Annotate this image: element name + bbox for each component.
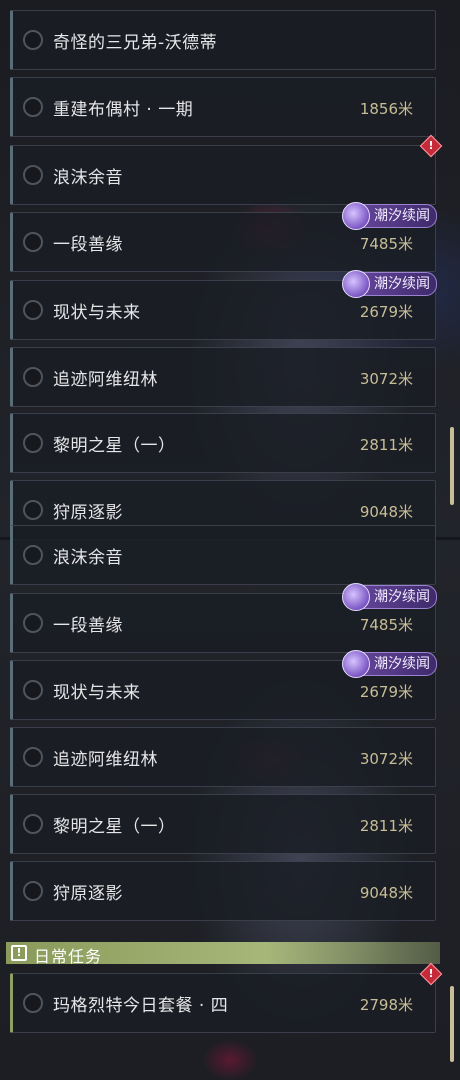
quest-distance: 2679米 bbox=[359, 303, 413, 321]
quest-item[interactable]: 一段善缘 7485米 潮汐续闻 bbox=[10, 583, 437, 653]
quest-item[interactable]: 奇怪的三兄弟-沃德蒂 bbox=[10, 10, 436, 70]
radio-circle-icon[interactable] bbox=[23, 300, 43, 320]
quest-list-screen: 奇怪的三兄弟-沃德蒂 重建布偶村 · 一期 1856米 浪沫余音 ! 一段善缘 … bbox=[0, 0, 460, 1080]
quest-item[interactable]: 现状与未来 2679米 潮汐续闻 bbox=[10, 650, 437, 720]
radio-circle-icon[interactable] bbox=[23, 680, 43, 700]
quest-item[interactable]: 浪沫余音 ! bbox=[10, 134, 443, 205]
quest-title: 奇怪的三兄弟-沃德蒂 bbox=[53, 33, 218, 53]
quest-item[interactable]: 狩原逐影 9048米 bbox=[10, 861, 436, 921]
quest-title: 现状与未来 bbox=[53, 303, 141, 323]
radio-circle-icon[interactable] bbox=[23, 814, 43, 834]
quest-distance: 2811米 bbox=[359, 436, 413, 454]
quest-distance: 7485米 bbox=[359, 235, 413, 253]
quest-item[interactable]: 重建布偶村 · 一期 1856米 bbox=[10, 77, 436, 137]
tidal-tag-badge: 潮汐续闻 bbox=[342, 583, 437, 611]
quest-item[interactable]: 黎明之星（一） 2811米 bbox=[10, 794, 436, 854]
quest-distance: 3072米 bbox=[359, 370, 413, 388]
tag-label: 潮汐续闻 bbox=[374, 208, 430, 224]
tag-label: 潮汐续闻 bbox=[374, 656, 430, 672]
quest-title: 一段善缘 bbox=[53, 235, 123, 255]
quest-item[interactable]: 现状与未来 2679米 潮汐续闻 bbox=[10, 270, 437, 340]
radio-circle-icon[interactable] bbox=[23, 97, 43, 117]
scrollbar-thumb[interactable] bbox=[450, 427, 454, 505]
tidal-tag-badge: 潮汐续闻 bbox=[342, 202, 437, 230]
scrollbar-thumb[interactable] bbox=[450, 986, 454, 1062]
quest-item[interactable]: 浪沫余音 bbox=[10, 525, 436, 585]
tidal-swirl-icon bbox=[342, 202, 370, 230]
quest-title: 重建布偶村 · 一期 bbox=[53, 100, 194, 120]
radio-circle-icon[interactable] bbox=[23, 232, 43, 252]
radio-circle-icon[interactable] bbox=[23, 30, 43, 50]
radio-circle-icon[interactable] bbox=[23, 993, 43, 1013]
quest-distance: 2798米 bbox=[359, 996, 413, 1014]
quest-item[interactable]: 黎明之星（一） 2811米 bbox=[10, 413, 436, 473]
quest-title: 狩原逐影 bbox=[53, 884, 123, 904]
exclamation-box-icon: ! bbox=[11, 945, 27, 961]
quest-distance: 2811米 bbox=[359, 817, 413, 835]
quest-distance: 1856米 bbox=[359, 100, 413, 118]
quest-distance: 9048米 bbox=[359, 503, 413, 521]
radio-circle-icon[interactable] bbox=[23, 433, 43, 453]
tidal-swirl-icon bbox=[342, 650, 370, 678]
radio-circle-icon[interactable] bbox=[23, 747, 43, 767]
tidal-swirl-icon bbox=[342, 583, 370, 611]
tidal-tag-badge: 潮汐续闻 bbox=[342, 270, 437, 298]
quest-distance: 9048米 bbox=[359, 884, 413, 902]
quest-title: 浪沫余音 bbox=[53, 548, 123, 568]
tidal-tag-badge: 潮汐续闻 bbox=[342, 650, 437, 678]
quest-title: 黎明之星（一） bbox=[53, 436, 176, 456]
quest-title: 狩原逐影 bbox=[53, 503, 123, 523]
daily-quests-section-header[interactable]: ! 日常任务 bbox=[6, 942, 440, 966]
quest-title: 现状与未来 bbox=[53, 683, 141, 703]
tidal-swirl-icon bbox=[342, 270, 370, 298]
quest-item[interactable]: 追迹阿维纽林 3072米 bbox=[10, 347, 436, 407]
tag-label: 潮汐续闻 bbox=[374, 589, 430, 605]
quest-title: 一段善缘 bbox=[53, 616, 123, 636]
quest-distance: 7485米 bbox=[359, 616, 413, 634]
quest-title: 追迹阿维纽林 bbox=[53, 370, 158, 390]
quest-title: 玛格烈特今日套餐 · 四 bbox=[53, 996, 229, 1016]
radio-circle-icon[interactable] bbox=[23, 165, 43, 185]
quest-title: 浪沫余音 bbox=[53, 168, 123, 188]
radio-circle-icon[interactable] bbox=[23, 881, 43, 901]
quest-title: 黎明之星（一） bbox=[53, 817, 176, 837]
quest-distance: 2679米 bbox=[359, 683, 413, 701]
radio-circle-icon[interactable] bbox=[23, 367, 43, 387]
radio-circle-icon[interactable] bbox=[23, 545, 43, 565]
section-title: 日常任务 bbox=[34, 947, 103, 966]
quest-item[interactable]: 玛格烈特今日套餐 · 四 2798米 ! bbox=[10, 962, 443, 1033]
quest-title: 追迹阿维纽林 bbox=[53, 750, 158, 770]
quest-item[interactable]: 一段善缘 7485米 潮汐续闻 bbox=[10, 202, 437, 272]
radio-circle-icon[interactable] bbox=[23, 613, 43, 633]
tag-label: 潮汐续闻 bbox=[374, 276, 430, 292]
quest-distance: 3072米 bbox=[359, 750, 413, 768]
radio-circle-icon[interactable] bbox=[23, 500, 43, 520]
quest-item[interactable]: 追迹阿维纽林 3072米 bbox=[10, 727, 436, 787]
